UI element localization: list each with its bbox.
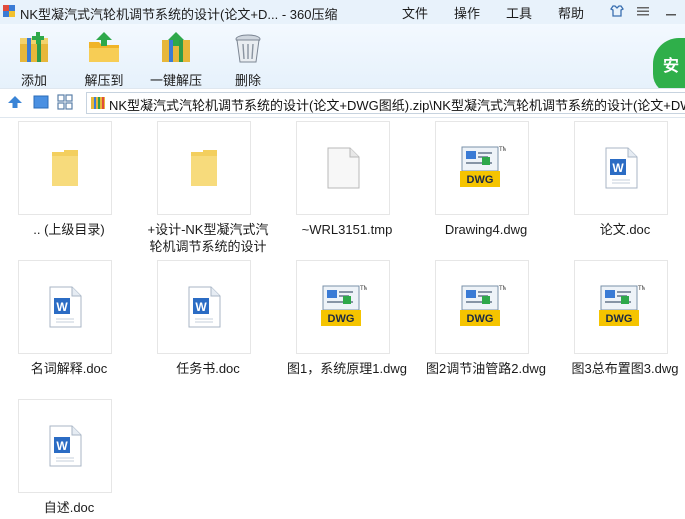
word-doc-icon: W: [157, 260, 251, 354]
add-label: 添加: [20, 73, 47, 88]
menu-tools[interactable]: 工具: [506, 3, 532, 22]
navigation-bar: NK型凝汽式汽轮机调节系统的设计(论文+DWG图纸).zip\NK型凝汽式汽轮机…: [0, 88, 685, 118]
delete-button[interactable]: 删除: [228, 30, 268, 88]
svg-text:W: W: [195, 300, 207, 314]
file-name: 任务书.doc: [176, 361, 240, 376]
file-name: 论文.doc: [599, 222, 651, 237]
dwg-file-icon: DWG TM: [574, 260, 668, 354]
window-title: NK型凝汽式汽轮机调节系统的设计(论文+D... - 360压缩: [20, 7, 338, 22]
dwg-file-icon: DWG TM: [435, 121, 529, 215]
folder-icon: [18, 121, 112, 215]
one-click-extract-icon: [156, 30, 196, 66]
extract-to-label: 解压到: [84, 73, 124, 88]
folder-icon: [157, 121, 251, 215]
dwg-file-icon: DWG TM: [435, 260, 529, 354]
blank-file-icon: [296, 121, 390, 215]
extract-folder-icon: [84, 30, 124, 66]
file-name: 自述.doc: [43, 500, 95, 515]
add-archive-icon: [14, 30, 54, 66]
file-name: .. (上级目录): [33, 222, 105, 237]
up-arrow-icon[interactable]: [6, 93, 24, 111]
trash-icon: [228, 30, 268, 66]
svg-text:DWG: DWG: [467, 174, 494, 186]
path-text: NK型凝汽式汽轮机调节系统的设计(论文+DWG图纸).zip\NK型凝汽式汽轮机…: [109, 98, 685, 113]
svg-text:TM: TM: [499, 286, 506, 292]
file-name: 图2调节油管路2.dwg: [426, 361, 546, 376]
app-icon: [3, 5, 15, 17]
minimize-icon[interactable]: [660, 2, 682, 20]
svg-text:DWG: DWG: [467, 313, 494, 325]
file-name: +设计-NK型凝汽式汽轮机调节系统的设计: [147, 222, 269, 254]
file-name: 图1，系统原理1.dwg: [287, 361, 407, 376]
menu-bars-icon[interactable]: [632, 2, 654, 20]
svg-text:DWG: DWG: [606, 313, 633, 325]
word-doc-icon: W: [574, 121, 668, 215]
one-click-extract-button[interactable]: 一键解压: [150, 30, 203, 88]
svg-text:TM: TM: [638, 286, 645, 292]
file-name: 名词解释.doc: [30, 361, 108, 376]
svg-text:W: W: [612, 161, 624, 175]
menu-operate[interactable]: 操作: [454, 3, 480, 22]
path-bar[interactable]: NK型凝汽式汽轮机调节系统的设计(论文+DWG图纸).zip\NK型凝汽式汽轮机…: [86, 92, 685, 114]
word-doc-icon: W: [18, 399, 112, 493]
toolbar: 添加 解压到 一键解压 删除 安: [0, 24, 685, 94]
svg-text:DWG: DWG: [328, 313, 355, 325]
menu-help[interactable]: 帮助: [558, 3, 584, 22]
dwg-file-icon: DWG TM: [296, 260, 390, 354]
svg-text:TM: TM: [360, 286, 367, 292]
large-icon-view-icon[interactable]: [32, 93, 50, 111]
grid-view-icon[interactable]: [56, 93, 74, 111]
title-bar: NK型凝汽式汽轮机调节系统的设计(论文+D... - 360压缩 文件 操作 工…: [0, 0, 685, 24]
skin-icon[interactable]: [606, 2, 628, 20]
security-badge[interactable]: 安: [653, 38, 685, 94]
file-name: Drawing4.dwg: [444, 222, 528, 237]
word-doc-icon: W: [18, 260, 112, 354]
file-name: 图3总布置图3.dwg: [571, 361, 679, 376]
svg-text:W: W: [56, 300, 68, 314]
one-click-extract-label: 一键解压: [150, 73, 203, 88]
svg-text:W: W: [56, 439, 68, 453]
add-button[interactable]: 添加: [14, 30, 54, 88]
extract-to-button[interactable]: 解压到: [84, 30, 124, 88]
svg-text:TM: TM: [499, 147, 506, 153]
file-name: ~WRL3151.tmp: [301, 222, 393, 237]
archive-icon: [91, 97, 105, 109]
delete-label: 删除: [234, 73, 261, 88]
menu-file[interactable]: 文件: [402, 3, 428, 22]
